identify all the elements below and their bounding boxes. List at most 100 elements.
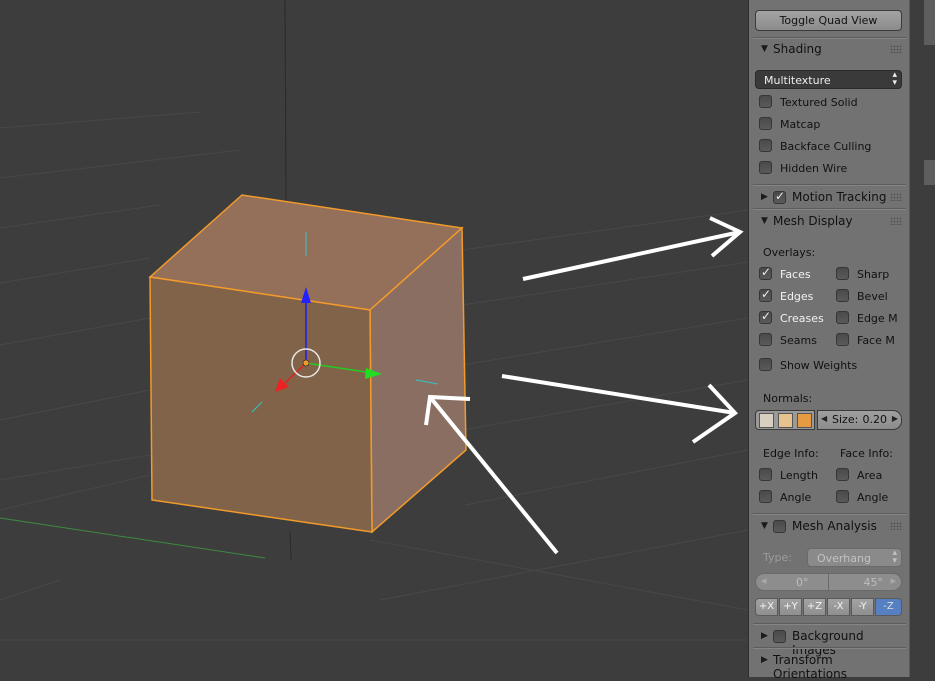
decrement-icon[interactable]: ◀ bbox=[761, 577, 766, 585]
shading-dropdown-value: Multitexture bbox=[764, 74, 831, 87]
angle-range-field[interactable]: ◀ 0° 45° ▶ bbox=[755, 573, 902, 591]
motion-tracking-title: Motion Tracking bbox=[792, 190, 887, 204]
separator bbox=[753, 647, 906, 649]
arrow-to-cube-normal bbox=[428, 395, 559, 555]
face-area-checkbox[interactable] bbox=[836, 468, 849, 481]
editor-edge-region-middle bbox=[924, 160, 935, 185]
checkmark-icon: ✓ bbox=[761, 265, 772, 279]
checkmark-icon: ✓ bbox=[761, 287, 772, 301]
arrow-to-mesh-display bbox=[522, 230, 741, 281]
axis-button-plus-z[interactable]: +Z bbox=[803, 598, 826, 616]
textured-solid-label: Textured Solid bbox=[780, 96, 858, 109]
face-area-label: Area bbox=[857, 469, 883, 482]
motion-tracking-panel-header[interactable]: ▶ ✓ Motion Tracking bbox=[753, 187, 906, 209]
edge-angle-label: Angle bbox=[780, 491, 812, 504]
axis-button-plus-y[interactable]: +Y bbox=[779, 598, 802, 616]
motion-tracking-checkbox[interactable]: ✓ bbox=[773, 189, 786, 204]
separator bbox=[753, 208, 906, 210]
edge-length-label: Length bbox=[780, 469, 818, 482]
hidden-wire-checkbox[interactable] bbox=[759, 161, 772, 174]
vertex-normals-icon[interactable] bbox=[759, 413, 774, 428]
mesh-analysis-title: Mesh Analysis bbox=[792, 519, 877, 533]
x-axis-floor-line bbox=[0, 517, 266, 559]
analysis-type-dropdown[interactable]: Overhang ▴ ▾ bbox=[807, 548, 902, 567]
creases-checkbox[interactable]: ✓ bbox=[759, 309, 772, 324]
shading-panel-header[interactable]: ▼ Shading bbox=[753, 39, 906, 61]
matcap-checkbox[interactable] bbox=[759, 117, 772, 130]
updown-arrows-icon: ▴ ▾ bbox=[892, 548, 897, 566]
drag-grip-icon[interactable] bbox=[890, 217, 902, 225]
show-weights-checkbox[interactable] bbox=[759, 358, 772, 371]
shading-dropdown[interactable]: Multitexture ▴ ▾ bbox=[755, 70, 902, 89]
sharp-checkbox[interactable] bbox=[836, 267, 849, 280]
matcap-label: Matcap bbox=[780, 118, 821, 131]
axis-button-minus-z[interactable]: -Z bbox=[875, 598, 902, 616]
mesh-analysis-panel-header[interactable]: ▼ Mesh Analysis bbox=[753, 516, 906, 538]
seams-label: Seams bbox=[780, 334, 817, 347]
triangle-down-icon: ▼ bbox=[761, 521, 768, 531]
size-value: 0.20 bbox=[862, 413, 888, 426]
editor-edge-region-top bbox=[924, 0, 935, 45]
origin-dot bbox=[302, 359, 310, 367]
axis-button-minus-y[interactable]: -Y bbox=[851, 598, 874, 616]
faces-label: Faces bbox=[780, 268, 811, 281]
3d-viewport[interactable] bbox=[0, 0, 748, 677]
show-weights-label: Show Weights bbox=[780, 359, 858, 372]
transform-orientations-panel-header[interactable]: ▶ Transform Orientations bbox=[753, 650, 906, 681]
creases-label: Creases bbox=[780, 312, 824, 325]
faces-checkbox[interactable]: ✓ bbox=[759, 265, 772, 280]
decrement-icon[interactable]: ◀ bbox=[821, 414, 827, 423]
range-divider bbox=[828, 574, 829, 590]
face-angle-checkbox[interactable] bbox=[836, 490, 849, 503]
increment-icon[interactable]: ▶ bbox=[891, 577, 896, 585]
face-info-label: Face Info: bbox=[840, 447, 893, 460]
mesh-analysis-checkbox[interactable] bbox=[773, 520, 786, 533]
edge-length-checkbox[interactable] bbox=[759, 468, 772, 481]
checkmark-icon: ✓ bbox=[775, 189, 786, 203]
separator bbox=[753, 513, 906, 515]
edge-marks-checkbox[interactable] bbox=[836, 311, 849, 324]
checkmark-icon: ✓ bbox=[761, 309, 772, 323]
axis-button-minus-x[interactable]: -X bbox=[827, 598, 850, 616]
face-angle-label: Angle bbox=[857, 491, 889, 504]
triangle-right-icon: ▶ bbox=[761, 192, 768, 202]
background-images-checkbox[interactable] bbox=[773, 630, 786, 643]
edges-checkbox[interactable]: ✓ bbox=[759, 287, 772, 302]
background-images-panel-header[interactable]: ▶ Background Images bbox=[753, 626, 906, 657]
drag-grip-icon[interactable] bbox=[890, 193, 902, 201]
face-marks-checkbox[interactable] bbox=[836, 333, 849, 346]
backface-culling-checkbox[interactable] bbox=[759, 139, 772, 152]
properties-editor-edge bbox=[910, 0, 935, 677]
triangle-right-icon: ▶ bbox=[761, 655, 768, 665]
cube-front-face bbox=[149, 276, 373, 533]
normals-row: ◀ Size: 0.20 ▶ bbox=[755, 410, 902, 430]
seams-checkbox[interactable] bbox=[759, 333, 772, 346]
overlays-label: Overlays: bbox=[763, 246, 816, 259]
split-normals-icon[interactable] bbox=[778, 413, 793, 428]
textured-solid-checkbox[interactable] bbox=[759, 95, 772, 108]
drag-grip-icon[interactable] bbox=[890, 45, 902, 53]
edge-angle-checkbox[interactable] bbox=[759, 490, 772, 503]
z-axis-line-top bbox=[284, 0, 287, 201]
edge-marks-label: Edge M bbox=[857, 312, 898, 325]
toggle-quad-view-button[interactable]: Toggle Quad View bbox=[755, 10, 902, 31]
drag-grip-icon[interactable] bbox=[890, 522, 902, 530]
mesh-display-panel-header[interactable]: ▼ Mesh Display bbox=[753, 211, 906, 233]
separator bbox=[753, 184, 906, 186]
annotation-arrows bbox=[424, 216, 744, 555]
triangle-down-icon: ▼ bbox=[761, 216, 768, 226]
mesh-display-title: Mesh Display bbox=[773, 214, 853, 228]
arrow-to-normals bbox=[501, 374, 736, 415]
bevel-checkbox[interactable] bbox=[836, 289, 849, 302]
viewport-scene bbox=[0, 0, 748, 641]
normals-size-field[interactable]: ◀ Size: 0.20 ▶ bbox=[817, 410, 902, 430]
sharp-label: Sharp bbox=[857, 268, 890, 281]
axis-button-plus-x[interactable]: +X bbox=[755, 598, 778, 616]
edge-info-label: Edge Info: bbox=[763, 447, 819, 460]
max-angle-value: 45° bbox=[863, 576, 884, 589]
type-label: Type: bbox=[763, 551, 792, 564]
triangle-down-icon: ▼ bbox=[761, 44, 768, 54]
normals-toggle-group bbox=[755, 410, 815, 430]
face-normals-icon[interactable] bbox=[797, 413, 812, 428]
increment-icon[interactable]: ▶ bbox=[892, 414, 898, 423]
